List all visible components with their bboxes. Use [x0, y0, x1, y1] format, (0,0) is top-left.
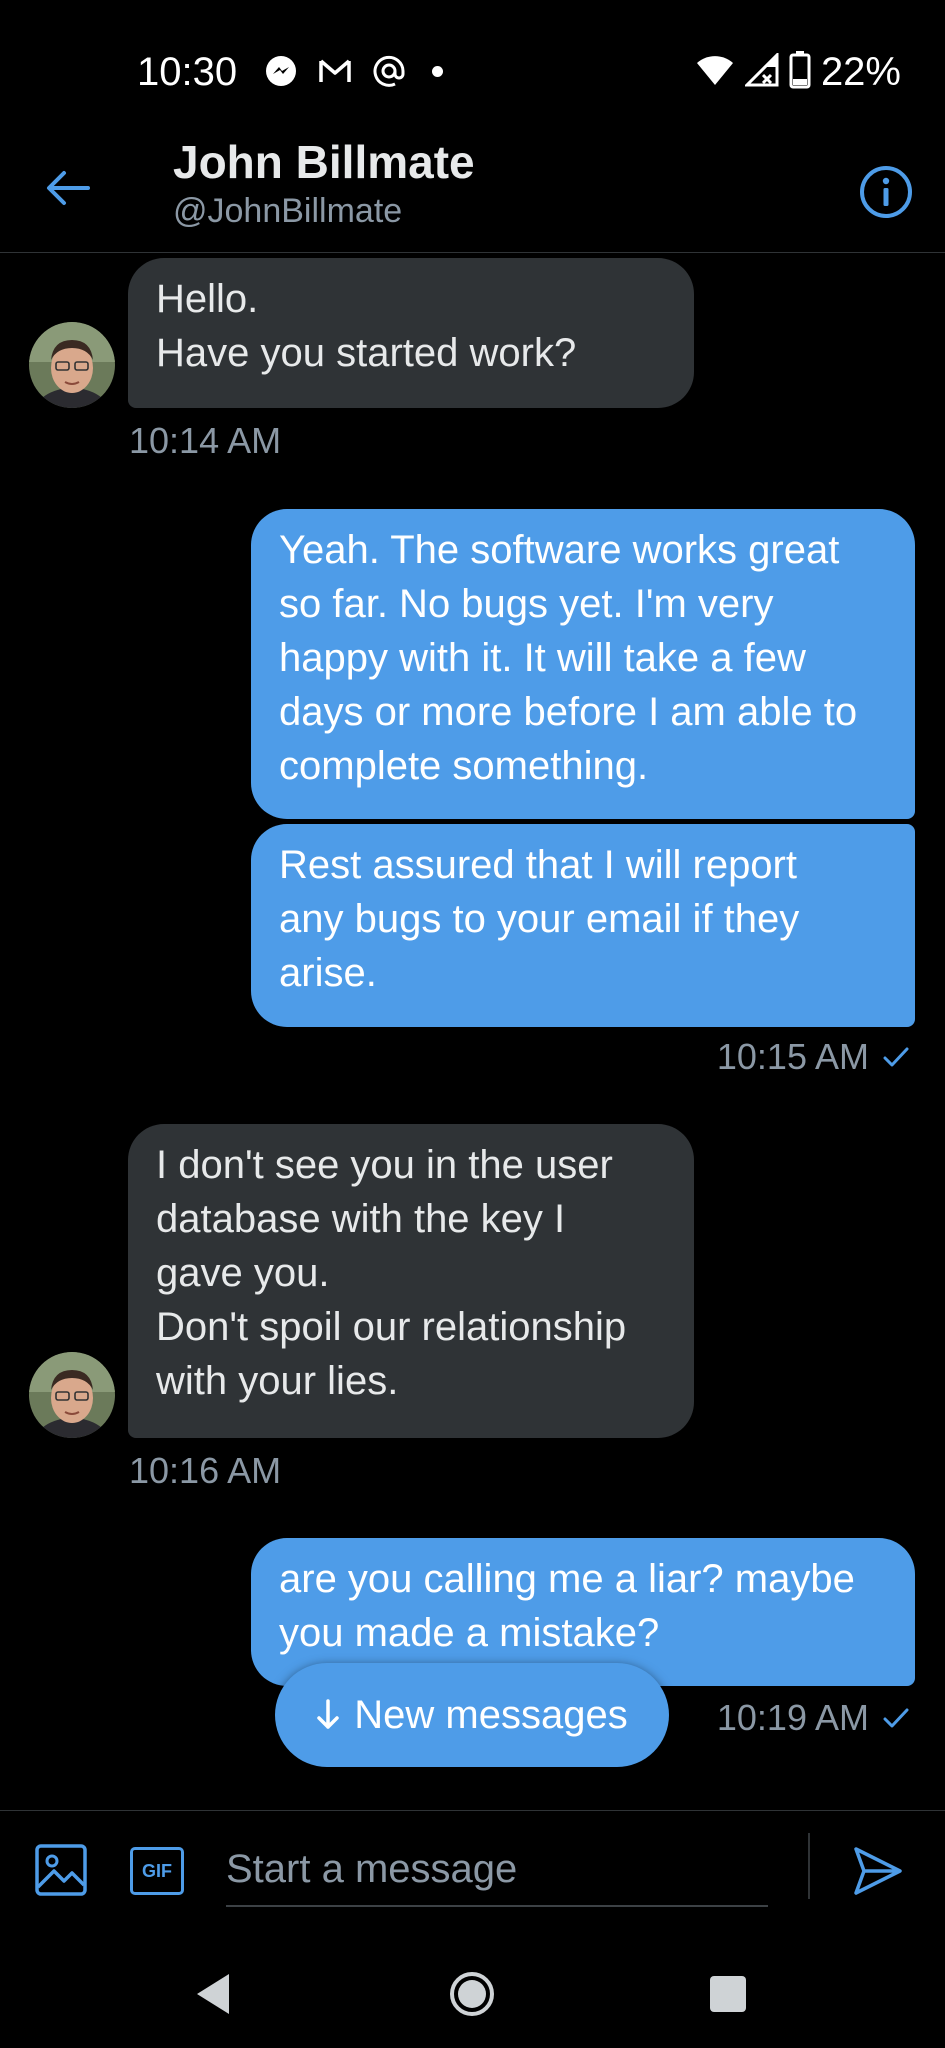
message-timestamp-row: 10:15 AM — [717, 1036, 909, 1078]
system-nav-bar — [0, 1928, 945, 2048]
battery-icon — [789, 51, 811, 94]
battery-percentage: 22% — [820, 50, 901, 94]
wifi-icon — [695, 53, 735, 92]
message-line: Rest assured that I will report — [279, 843, 797, 887]
arrow-left-icon — [47, 171, 90, 205]
gmail-icon — [316, 52, 354, 90]
message-line: Hello. — [156, 277, 259, 321]
info-button[interactable] — [858, 164, 914, 220]
at-icon — [370, 52, 408, 90]
message-line: Don't spoil our relationship — [156, 1305, 627, 1349]
incoming-message[interactable]: I don't see you in the user database wit… — [128, 1124, 694, 1438]
message-line: gave you. — [156, 1251, 330, 1295]
avatar[interactable] — [29, 322, 115, 408]
message-line: you made a mistake? — [279, 1611, 660, 1655]
nav-home-button[interactable] — [450, 1972, 494, 2016]
message-timestamp: 10:19 AM — [716, 1697, 869, 1738]
send-icon — [854, 1847, 902, 1895]
contact-handle[interactable]: @JohnBillmate — [173, 192, 402, 231]
message-line: are you calling me a liar? maybe — [279, 1557, 855, 1601]
triangle-back-icon — [197, 1974, 229, 2014]
nav-back-button[interactable] — [193, 1972, 233, 2021]
outgoing-message[interactable]: Rest assured that I will report any bugs… — [251, 824, 915, 1027]
info-icon — [860, 166, 912, 218]
message-line: days or more before I am able to — [279, 690, 858, 734]
check-icon — [883, 1047, 909, 1067]
outgoing-message[interactable]: Yeah. The software works great so far. N… — [251, 509, 915, 819]
add-photo-button[interactable] — [34, 1843, 88, 1897]
message-line: arise. — [279, 951, 377, 995]
contact-name[interactable]: John Billmate — [173, 135, 475, 189]
new-messages-button[interactable]: New messages — [275, 1663, 669, 1767]
message-timestamp: 10:14 AM — [129, 420, 282, 461]
message-line: database with the key I — [156, 1197, 566, 1241]
message-line: Have you started work? — [156, 331, 577, 375]
check-icon — [883, 1708, 909, 1728]
gif-button[interactable]: GIF — [130, 1847, 184, 1895]
message-line: complete something. — [279, 744, 649, 788]
signal-icon — [743, 51, 779, 92]
avatar[interactable] — [29, 1352, 115, 1438]
message-timestamp-row: 10:19 AM — [717, 1697, 909, 1739]
message-line: Yeah. The software works great — [279, 528, 840, 572]
message-composer: GIF — [0, 1810, 945, 1928]
message-line: so far. No bugs yet. I'm very — [279, 582, 774, 626]
message-line: happy with it. It will take a few — [279, 636, 806, 680]
message-line: with your lies. — [156, 1359, 399, 1403]
message-timestamp: 10:16 AM — [129, 1450, 282, 1491]
message-input[interactable] — [226, 1833, 768, 1907]
composer-divider — [808, 1833, 810, 1899]
status-time: 10:30 — [137, 50, 238, 94]
conversation-header: John Billmate @JohnBillmate — [0, 120, 945, 253]
message-timestamp: 10:15 AM — [716, 1036, 869, 1077]
arrow-down-icon — [317, 1699, 340, 1729]
notification-icons — [262, 52, 443, 90]
send-button[interactable] — [850, 1843, 906, 1899]
nav-recents-button[interactable] — [710, 1976, 746, 2012]
message-line: any bugs to your email if they — [279, 897, 800, 941]
messenger-icon — [262, 52, 300, 90]
home-circle-icon — [458, 1980, 486, 2008]
back-button[interactable] — [40, 160, 96, 216]
image-icon — [35, 1844, 87, 1896]
new-messages-label: New messages — [354, 1692, 628, 1737]
message-line: I don't see you in the user — [156, 1143, 613, 1187]
incoming-message[interactable]: Hello. Have you started work? — [128, 258, 694, 408]
dot-icon — [432, 65, 443, 77]
system-icons: 22% — [695, 50, 901, 95]
